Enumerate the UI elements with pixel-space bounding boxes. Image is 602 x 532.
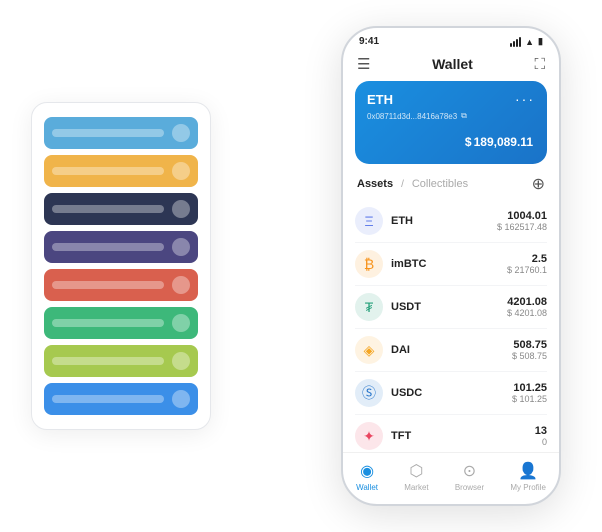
wallet-nav-label: Wallet bbox=[356, 483, 378, 492]
tab-separator: / bbox=[401, 179, 404, 190]
eth-card[interactable]: ETH ··· 0x08711d3d...8416a78e3 ⧉ $189,08… bbox=[355, 81, 547, 164]
nav-market[interactable]: ⬡ Market bbox=[404, 461, 428, 492]
stack-card-4[interactable] bbox=[44, 269, 198, 301]
nav-wallet[interactable]: ◉ Wallet bbox=[356, 461, 378, 492]
asset-values-tft: 130 bbox=[535, 425, 547, 447]
asset-values-imbtc: 2.5$ 21760.1 bbox=[507, 253, 547, 275]
asset-item-usdt[interactable]: ₮ USDT4201.08$ 4201.08 bbox=[355, 286, 547, 329]
market-nav-label: Market bbox=[404, 483, 428, 492]
signal-icon bbox=[510, 37, 521, 47]
phone-mockup: 9:41 ▲ ▮ ☰ Wallet ⛶ ETH ··· bbox=[341, 26, 561, 506]
stack-card-icon-3 bbox=[172, 238, 190, 256]
status-time: 9:41 bbox=[359, 36, 379, 47]
profile-nav-icon: 👤 bbox=[518, 461, 538, 481]
asset-values-usdt: 4201.08$ 4201.08 bbox=[507, 296, 547, 318]
asset-values-eth: 1004.01$ 162517.48 bbox=[497, 210, 547, 232]
asset-name-dai: DAI bbox=[391, 344, 512, 356]
eth-card-address: 0x08711d3d...8416a78e3 ⧉ bbox=[367, 111, 535, 121]
browser-nav-icon: ⊙ bbox=[463, 461, 476, 481]
expand-icon[interactable]: ⛶ bbox=[534, 56, 545, 73]
tab-collectibles[interactable]: Collectibles bbox=[412, 178, 468, 190]
tab-assets[interactable]: Assets bbox=[357, 178, 393, 190]
asset-item-usdc[interactable]: Ⓢ USDC101.25$ 101.25 bbox=[355, 372, 547, 415]
asset-icon-imbtc: ₿ bbox=[355, 250, 383, 278]
asset-icon-usdc: Ⓢ bbox=[355, 379, 383, 407]
status-icons: ▲ ▮ bbox=[510, 36, 543, 47]
assets-header: Assets / Collectibles ⊕ bbox=[343, 174, 559, 200]
asset-item-eth[interactable]: Ξ ETH1004.01$ 162517.48 bbox=[355, 200, 547, 243]
asset-values-usdc: 101.25$ 101.25 bbox=[512, 382, 547, 404]
page-title: Wallet bbox=[432, 56, 473, 72]
asset-name-tft: TFT bbox=[391, 430, 535, 442]
asset-item-tft[interactable]: ✦ TFT130 bbox=[355, 415, 547, 452]
eth-card-amount: $189,089.11 bbox=[367, 129, 535, 152]
asset-icon-eth: Ξ bbox=[355, 207, 383, 235]
asset-item-imbtc[interactable]: ₿ imBTC2.5$ 21760.1 bbox=[355, 243, 547, 286]
stack-card-icon-2 bbox=[172, 200, 190, 218]
market-nav-icon: ⬡ bbox=[409, 461, 423, 481]
assets-tabs: Assets / Collectibles bbox=[357, 178, 468, 190]
asset-name-imbtc: imBTC bbox=[391, 258, 507, 270]
asset-list: Ξ ETH1004.01$ 162517.48 ₿ imBTC2.5$ 21760.1… bbox=[343, 200, 559, 452]
asset-icon-usdt: ₮ bbox=[355, 293, 383, 321]
stack-card-5[interactable] bbox=[44, 307, 198, 339]
profile-nav-label: My Profile bbox=[510, 483, 546, 492]
stack-card-icon-4 bbox=[172, 276, 190, 294]
stack-card-icon-5 bbox=[172, 314, 190, 332]
stack-card-icon-0 bbox=[172, 124, 190, 142]
browser-nav-label: Browser bbox=[455, 483, 484, 492]
scene: 9:41 ▲ ▮ ☰ Wallet ⛶ ETH ··· bbox=[11, 11, 591, 521]
stack-card-3[interactable] bbox=[44, 231, 198, 263]
asset-values-dai: 508.75$ 508.75 bbox=[512, 339, 547, 361]
stack-card-2[interactable] bbox=[44, 193, 198, 225]
stack-card-0[interactable] bbox=[44, 117, 198, 149]
status-bar: 9:41 ▲ ▮ bbox=[343, 28, 559, 51]
bottom-nav: ◉ Wallet ⬡ Market ⊙ Browser 👤 My Profile bbox=[343, 452, 559, 504]
asset-name-eth: ETH bbox=[391, 215, 497, 227]
wallet-nav-icon: ◉ bbox=[360, 461, 374, 481]
asset-item-dai[interactable]: ◈ DAI508.75$ 508.75 bbox=[355, 329, 547, 372]
stack-card-7[interactable] bbox=[44, 383, 198, 415]
wifi-icon: ▲ bbox=[525, 37, 534, 47]
eth-card-menu[interactable]: ··· bbox=[515, 91, 535, 107]
menu-icon[interactable]: ☰ bbox=[357, 55, 370, 73]
eth-card-label: ETH bbox=[367, 92, 393, 107]
stack-card-icon-7 bbox=[172, 390, 190, 408]
phone-header: ☰ Wallet ⛶ bbox=[343, 51, 559, 81]
eth-card-top: ETH ··· bbox=[367, 91, 535, 107]
asset-icon-tft: ✦ bbox=[355, 422, 383, 450]
asset-name-usdt: USDT bbox=[391, 301, 507, 313]
stack-card-icon-6 bbox=[172, 352, 190, 370]
stack-card-icon-1 bbox=[172, 162, 190, 180]
nav-profile[interactable]: 👤 My Profile bbox=[510, 461, 546, 492]
stack-card-6[interactable] bbox=[44, 345, 198, 377]
battery-icon: ▮ bbox=[538, 36, 543, 47]
stack-card-1[interactable] bbox=[44, 155, 198, 187]
asset-name-usdc: USDC bbox=[391, 387, 512, 399]
add-asset-icon[interactable]: ⊕ bbox=[532, 174, 545, 194]
nav-browser[interactable]: ⊙ Browser bbox=[455, 461, 484, 492]
card-stack bbox=[31, 102, 211, 430]
asset-icon-dai: ◈ bbox=[355, 336, 383, 364]
